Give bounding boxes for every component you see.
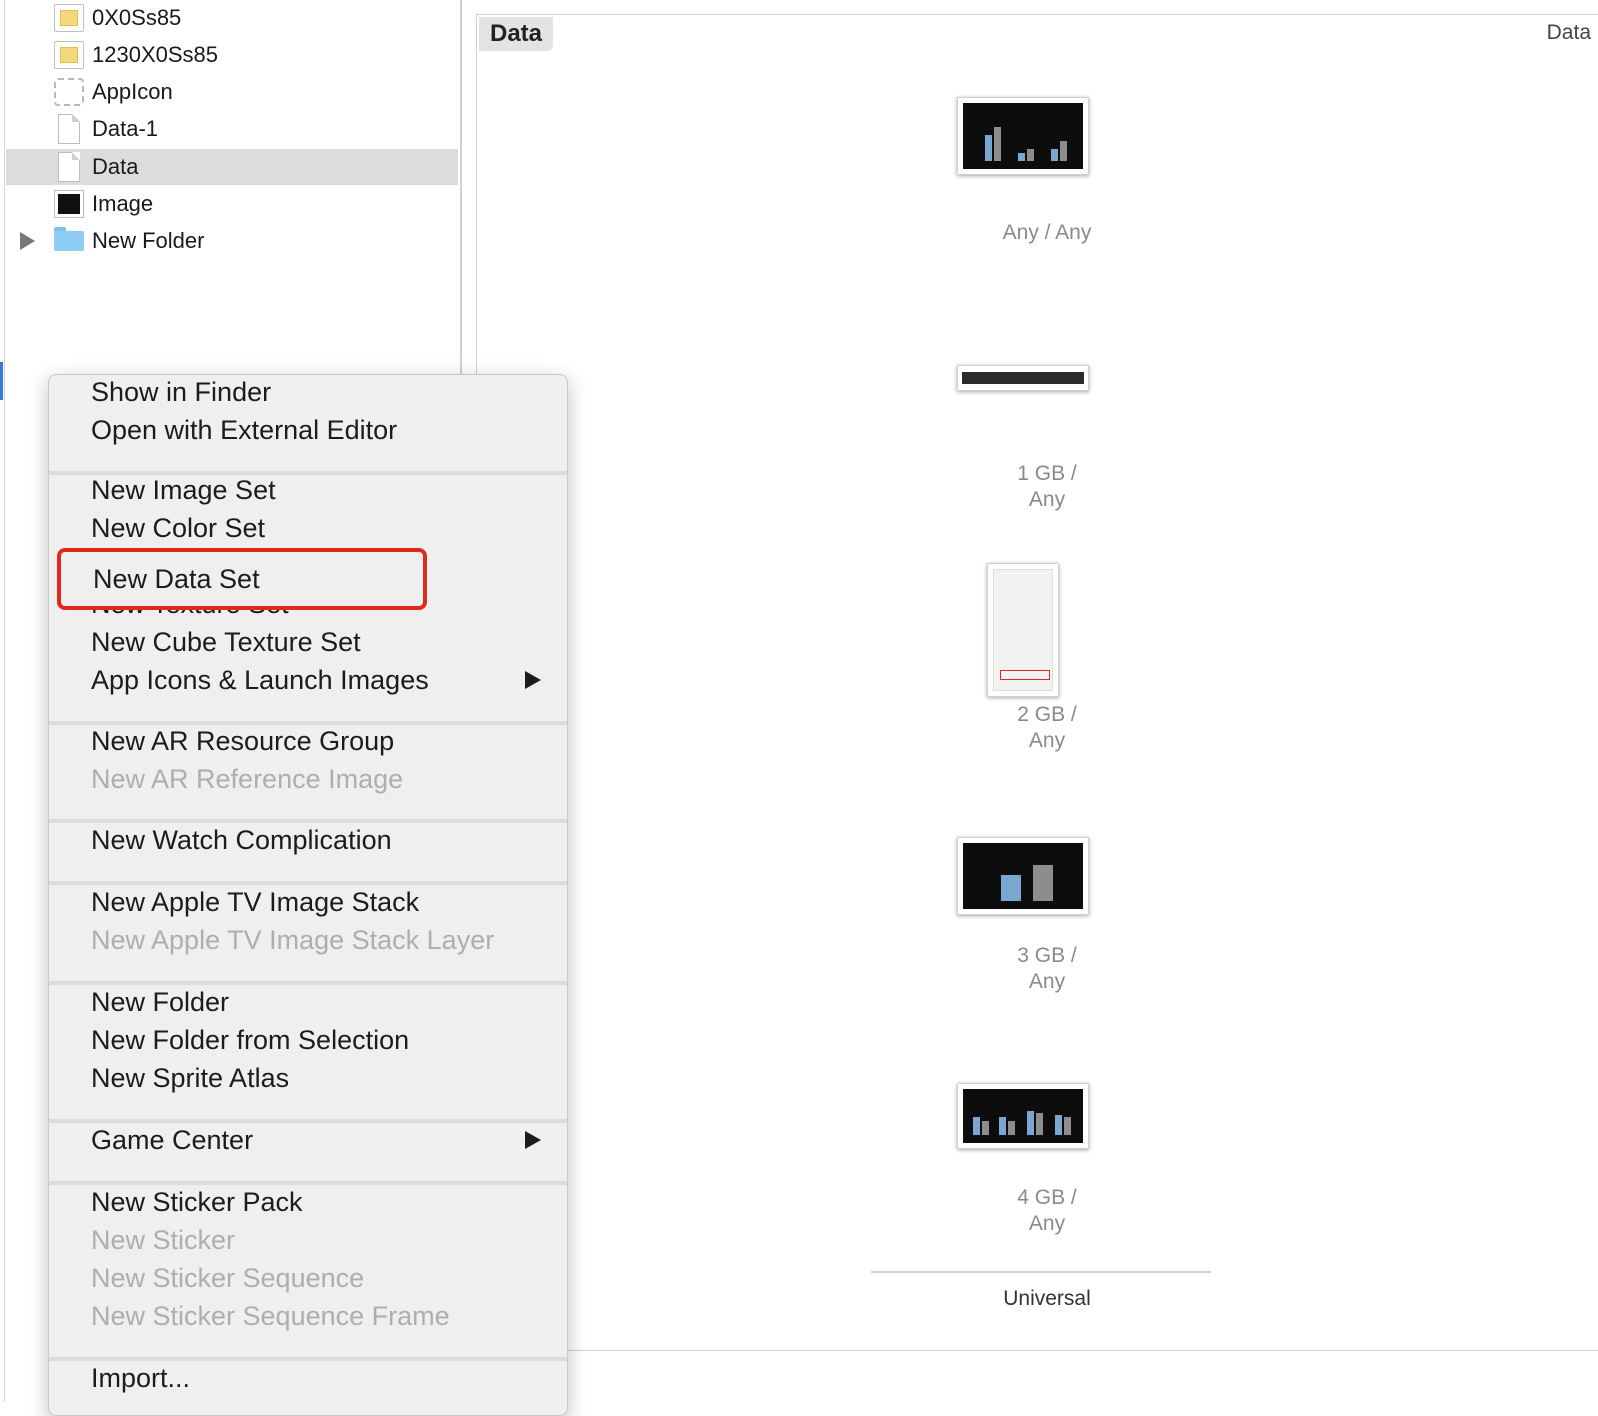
thumbnail-preview <box>962 372 1084 384</box>
navigator-item-label: AppIcon <box>92 79 173 104</box>
slot-caption: 4 GB / <box>1017 1186 1077 1209</box>
menu-item-new-sticker-sequence: New Sticker Sequence <box>91 1263 365 1293</box>
data-slot-4gb: 4 GB / Any <box>957 1185 1137 1237</box>
slot-caption: Any / Any <box>1002 221 1092 244</box>
menu-item-show-in-finder[interactable]: Show in Finder <box>91 375 271 409</box>
navigator-item-0x0ss85[interactable]: 0X0Ss85 <box>6 0 458 36</box>
slot-caption: Any <box>1028 970 1066 993</box>
thumbnail-preview <box>963 843 1083 909</box>
data-file-icon <box>58 152 80 182</box>
menu-item-new-folder-from-selection[interactable]: New Folder from Selection <box>91 1023 409 1057</box>
data-set-name-label: Data <box>1546 21 1591 44</box>
preview-bar <box>1036 1113 1043 1135</box>
data-set-editor: Data Data Any / Any 1 GB / Any 2 GB / An… <box>476 14 1598 1355</box>
menu-item-new-image-set[interactable]: New Image Set <box>91 473 276 507</box>
preview-bar <box>994 127 1001 161</box>
data-slot-thumbnail-3gb[interactable] <box>957 837 1089 915</box>
preview-bar <box>1033 865 1053 901</box>
menu-item-new-sticker-pack[interactable]: New Sticker Pack <box>91 1185 303 1219</box>
navigator-item-1230x0ss85[interactable]: 1230X0Ss85 <box>6 37 458 73</box>
slot-caption: 2 GB / <box>1017 703 1077 726</box>
slot-caption: 3 GB / <box>1017 944 1077 967</box>
image-set-icon <box>54 4 84 32</box>
navigator-item-label: Data <box>92 154 139 179</box>
data-slot-2gb: 2 GB / Any <box>957 702 1137 754</box>
new-data-set-highlight[interactable]: New Data Set <box>57 548 427 610</box>
data-slot-thumbnail-1gb[interactable] <box>957 365 1089 391</box>
preview-bar <box>1055 1115 1062 1135</box>
menu-item-new-color-set[interactable]: New Color Set <box>91 511 265 545</box>
navigator-edge-divider <box>4 0 5 1402</box>
menu-item-new-sticker: New Sticker <box>91 1225 236 1255</box>
preview-bar <box>973 1117 980 1135</box>
navigator-item-label: 0X0Ss85 <box>92 5 182 30</box>
menu-item-new-ar-reference-image: New AR Reference Image <box>91 764 404 794</box>
navigator-item-appicon[interactable]: AppIcon <box>6 74 458 110</box>
preview-bar <box>1027 149 1034 161</box>
thumbnail-preview <box>963 103 1083 169</box>
menu-item-new-apple-tv-image-stack-layer: New Apple TV Image Stack Layer <box>91 925 495 955</box>
submenu-arrow-icon <box>525 1131 541 1149</box>
menu-item-game-center[interactable]: Game Center <box>91 1123 253 1157</box>
navigator-item-label: New Folder <box>92 228 205 253</box>
navigator-item-data[interactable]: Data <box>6 149 458 185</box>
menu-item-new-apple-tv-image-stack[interactable]: New Apple TV Image Stack <box>91 885 419 919</box>
submenu-arrow-icon <box>525 671 541 689</box>
thumbnail-preview <box>963 1089 1083 1143</box>
data-slot-3gb: 3 GB / Any <box>957 943 1137 995</box>
image-set-icon <box>54 41 84 69</box>
navigator-item-label: Data-1 <box>92 116 159 141</box>
navigator-item-data-1[interactable]: Data-1 <box>6 111 458 147</box>
menu-item-new-data-set[interactable]: New Data Set <box>93 562 260 596</box>
menu-item-new-cube-texture-set[interactable]: New Cube Texture Set <box>91 625 361 659</box>
menu-item-new-folder[interactable]: New Folder <box>91 985 229 1019</box>
navigator-item-label: Image <box>92 191 154 216</box>
thumbnail-preview <box>993 569 1053 691</box>
focus-marker <box>0 362 3 400</box>
data-file-icon <box>58 114 80 144</box>
navigator-item-image[interactable]: Image <box>6 186 458 222</box>
slot-caption: Any <box>1028 1212 1066 1235</box>
menu-item-new-sprite-atlas[interactable]: New Sprite Atlas <box>91 1061 289 1095</box>
disclosure-triangle-icon[interactable] <box>20 232 35 250</box>
data-set-title-tab[interactable]: Data <box>479 17 554 51</box>
preview-highlight <box>1000 670 1050 680</box>
universal-group-divider <box>871 1271 1211 1273</box>
data-slot-thumbnail-any[interactable] <box>957 97 1089 175</box>
menu-item-app-icons-launch-images[interactable]: App Icons & Launch Images <box>91 663 429 697</box>
preview-bar <box>982 1121 989 1135</box>
slot-caption: Any <box>1028 488 1066 511</box>
image-icon <box>54 190 84 218</box>
preview-bar <box>999 1117 1006 1135</box>
preview-bar <box>1018 153 1025 161</box>
universal-group-label: Universal <box>1003 1287 1091 1310</box>
preview-bar <box>985 135 992 161</box>
menu-item-open-external-editor[interactable]: Open with External Editor <box>91 413 397 447</box>
slot-caption: 1 GB / <box>1017 462 1077 485</box>
app-icon-set-icon <box>54 78 84 106</box>
menu-item-import[interactable]: Import... <box>91 1361 190 1395</box>
navigator-item-new-folder[interactable]: New Folder <box>6 223 458 259</box>
menu-item-new-watch-complication[interactable]: New Watch Complication <box>91 823 392 857</box>
menu-item-new-ar-resource-group[interactable]: New AR Resource Group <box>91 724 394 758</box>
editor-bottom-divider <box>476 1350 1598 1351</box>
context-menu: Show in Finder Open with External Editor… <box>48 374 568 1416</box>
preview-bar <box>1027 1111 1034 1135</box>
preview-bar <box>1008 1121 1015 1135</box>
preview-bar <box>1051 149 1058 161</box>
data-slot-any: Any / Any <box>957 220 1137 246</box>
folder-icon <box>54 227 84 255</box>
data-slot-thumbnail-2gb[interactable] <box>987 563 1059 697</box>
data-slot-thumbnail-4gb[interactable] <box>957 1083 1089 1149</box>
preview-bar <box>1001 875 1021 901</box>
preview-bar <box>1060 141 1067 161</box>
data-slot-1gb: 1 GB / Any <box>957 461 1137 513</box>
preview-bar <box>1064 1117 1071 1135</box>
navigator-item-label: 1230X0Ss85 <box>92 42 218 67</box>
menu-item-new-sticker-sequence-frame: New Sticker Sequence Frame <box>91 1301 450 1331</box>
slot-caption: Any <box>1028 729 1066 752</box>
